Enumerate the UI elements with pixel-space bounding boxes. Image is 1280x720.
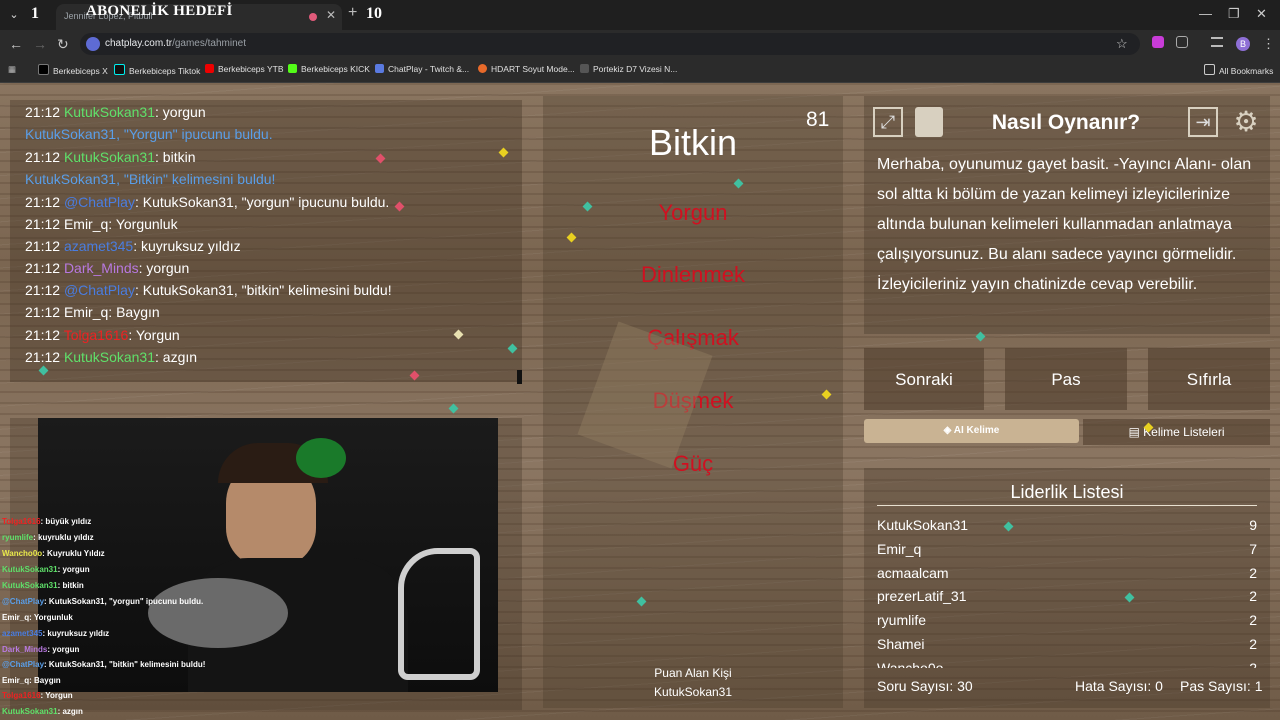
ai-word-button[interactable]: ◈ AI Kelime	[864, 419, 1079, 443]
close-window-icon[interactable]: ✕	[1256, 6, 1267, 22]
forbidden-word: Güç	[672, 451, 714, 476]
reset-button[interactable]: Sıfırla	[1148, 348, 1270, 410]
bookmark-youtube[interactable]: Berkebiceps YTB	[205, 64, 284, 74]
exit-icon[interactable]: ⇥	[1188, 107, 1218, 137]
next-button[interactable]: Sonraki	[864, 348, 984, 410]
chat-message: 21:12 Tolga1616: Yorgun	[25, 327, 180, 343]
overlay-chat-line: Wancho0o: Kuyruklu Yıldız	[2, 549, 105, 558]
list-icon: ▤	[1128, 425, 1144, 439]
leaderboard-row: ryumlife 2	[877, 612, 1257, 628]
url-text: chatplay.com.tr/games/tahminet	[105, 38, 246, 49]
chat-system-message: KutukSokan31, "Yorgun" ipucunu buldu.	[25, 126, 273, 142]
bookmark-kick[interactable]: Berkebiceps KICK	[288, 64, 370, 74]
bookmark-star-icon[interactable]: ☆	[1116, 36, 1128, 52]
bookmark-portekiz[interactable]: Portekiz D7 Vizesi N...	[580, 64, 677, 74]
overlay-chat-line: azamet345: kuyruksuz yıldız	[2, 629, 110, 638]
scorer-label: Puan Alan Kişi	[654, 666, 732, 680]
overlay-chat-line: ryumlife: kuyruklu yıldız	[2, 533, 94, 542]
close-tab-icon[interactable]: ✕	[326, 8, 336, 22]
bookmark-tiktok[interactable]: Berkebiceps Tiktok	[114, 64, 200, 76]
all-bookmarks[interactable]: All Bookmarks	[1204, 64, 1273, 76]
pass-button[interactable]: Pas	[1005, 348, 1127, 410]
settings-gear-icon[interactable]: ⚙	[1231, 107, 1261, 137]
forbidden-word: Çalışmak	[647, 325, 739, 350]
chat-message: 21:12 Dark_Minds: yorgun	[25, 260, 190, 276]
question-count: Soru Sayısı: 30	[877, 678, 973, 694]
leaderboard-title: Liderlik Listesi	[1010, 482, 1124, 502]
leaderboard-divider	[877, 505, 1257, 506]
webcam-feed	[38, 418, 498, 692]
pass-count: Pas Sayısı: 1	[1180, 678, 1263, 694]
chat-message: 21:12 KutukSokan31: azgın	[25, 349, 198, 365]
leaderboard-row: acmaalcam 2	[877, 565, 1257, 581]
overlay-chat-line: @ChatPlay: KutukSokan31, "yorgun" ipucun…	[2, 597, 204, 606]
chat-message: 21:12 KutukSokan31: bitkin	[25, 149, 196, 165]
profile-avatar[interactable]: B	[1236, 37, 1250, 51]
extensions-puzzle-icon[interactable]	[1176, 36, 1188, 48]
browser-toolbar: ← → ↻ chatplay.com.tr/games/tahminet ☆ B…	[0, 30, 1280, 58]
recording-icon	[309, 13, 317, 21]
bookmarks-bar: ▦ Berkebiceps X Berkebiceps Tiktok Berke…	[0, 58, 1280, 83]
bookmark-chatplay[interactable]: ChatPlay - Twitch &...	[375, 64, 469, 74]
ai-icon: ◈	[943, 425, 954, 436]
tab-search-button[interactable]: ⌄	[6, 7, 22, 23]
chat-message: 21:12 @ChatPlay: KutukSokan31, "bitkin" …	[25, 282, 392, 298]
leaderboard-row: Wancho0o 2	[877, 660, 1257, 668]
forbidden-word: Dinlenmek	[641, 262, 745, 287]
chat-scrollbar[interactable]	[517, 370, 522, 384]
chat-message: 21:12 Emir_q: Baygın	[25, 304, 160, 320]
media-controls-icon[interactable]	[1211, 37, 1223, 47]
leaderboard-row: Shamei 2	[877, 636, 1257, 652]
overlay-chat-line: KutukSokan31: bitkin	[2, 581, 84, 590]
bookmark-x[interactable]: Berkebiceps X	[38, 64, 108, 76]
chat-message: 21:12 KutukSokan31: yorgun	[25, 104, 206, 120]
chat-message: 21:12 Emir_q: Yorgunluk	[25, 216, 178, 232]
exercise-bike	[398, 548, 480, 680]
forward-icon[interactable]: →	[33, 36, 47, 52]
bookmark-hdart[interactable]: HDART Soyut Mode...	[478, 64, 575, 74]
overlay-chat-line: Tolga1616: Yorgun	[2, 691, 73, 700]
overlay-number-right: 10	[366, 5, 382, 22]
desk-object	[148, 578, 288, 648]
subscriber-goal-overlay: ABONELİK HEDEFİ	[86, 3, 233, 19]
leaderboard-row: KutukSokan31 9	[877, 517, 1257, 533]
leaderboard-list[interactable]: KutukSokan31 9 Emir_q 7 acmaalcam 2 prezerL…	[864, 510, 1270, 668]
browser-menu-icon[interactable]: ⋮	[1262, 36, 1275, 52]
leaderboard-row: Emir_q 7	[877, 541, 1257, 557]
overlay-number-left: 1	[31, 5, 39, 22]
how-to-play-text: Merhaba, oyunumuz gayet basit. -Yayıncı …	[877, 156, 1252, 293]
leaderboard-row: prezerLatif_31 2	[877, 588, 1257, 604]
chat-message: 21:12 @ChatPlay: KutukSokan31, "yorgun" …	[25, 194, 390, 210]
scorer-name: KutukSokan31	[653, 685, 733, 699]
address-bar[interactable]: chatplay.com.tr/games/tahminet ☆	[80, 33, 1140, 55]
site-info-icon[interactable]	[86, 37, 100, 51]
minimize-icon[interactable]: —	[1199, 6, 1212, 21]
overlay-chat-line: KutukSokan31: yorgun	[2, 565, 90, 574]
apps-grid-icon[interactable]: ▦	[8, 64, 16, 75]
word-lists-button[interactable]: ▤ Kelime Listeleri	[1083, 419, 1270, 445]
overlay-chat-line: KutukSokan31: azgın	[2, 707, 83, 716]
overlay-chat-line: Emir_q: Yorgunluk	[2, 613, 73, 622]
overlay-chat-line: Tolga1616: büyük yıldız	[2, 517, 92, 526]
chat-message: 21:12 azamet345: kuyruksuz yıldız	[25, 238, 241, 254]
new-tab-button[interactable]: +	[348, 4, 357, 22]
elf-hat	[296, 438, 346, 478]
target-word: Bitkin	[648, 122, 738, 163]
reload-icon[interactable]: ↻	[57, 36, 69, 53]
error-count: Hata Sayısı: 0	[1075, 678, 1163, 694]
extension-icon[interactable]	[1152, 36, 1164, 48]
tab-bar: ⌄ 1 Jennifer Lopez, Pitbull ✕ ABONELİK H…	[0, 0, 1280, 30]
chat-system-message: KutukSokan31, "Bitkin" kelimesini buldu!	[25, 171, 276, 187]
overlay-chat-line: Emir_q: Baygın	[2, 676, 61, 685]
overlay-chat-line: Dark_Minds: yorgun	[2, 645, 80, 654]
back-icon[interactable]: ←	[9, 36, 23, 52]
restore-icon[interactable]: ❐	[1228, 6, 1240, 22]
overlay-chat-line: @ChatPlay: KutukSokan31, "bitkin" kelime…	[2, 660, 206, 669]
